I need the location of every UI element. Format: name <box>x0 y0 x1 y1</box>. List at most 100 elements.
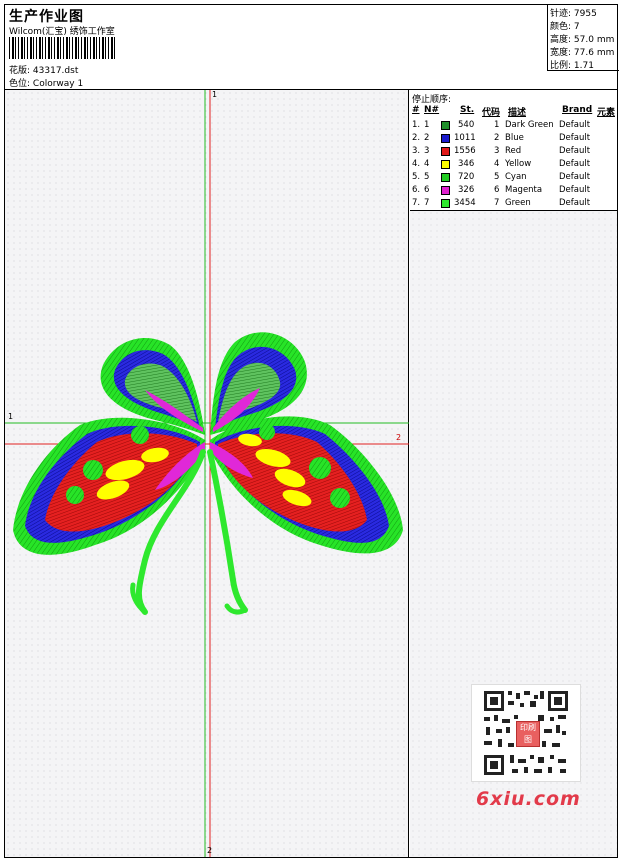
embroidery-canvas <box>5 90 409 857</box>
sheet-title: 生产作业图 <box>9 9 84 25</box>
row-brand: Default <box>559 198 591 208</box>
row-idx: 6. <box>412 185 421 195</box>
butterfly-design <box>13 332 403 615</box>
design-label: 花版: <box>9 66 31 76</box>
row-no: 4 <box>424 159 430 169</box>
stat-stitches: 针迹: 7955 <box>550 6 597 19</box>
qr-code: 印刷图 <box>471 684 581 782</box>
color-swatch <box>441 186 450 195</box>
sheet-subtitle: Wilcom(汇宝) 绣饰工作室 <box>9 27 115 37</box>
colorway-value: Colorway 1 <box>32 79 84 89</box>
row-desc: Yellow <box>505 159 532 169</box>
row-desc: Dark Green <box>505 120 554 130</box>
stop-sequence-title: 停止顺序: <box>412 95 452 105</box>
row-st: 540 <box>458 120 475 130</box>
stat-label: 针迹: <box>550 9 572 19</box>
row-idx: 5. <box>412 172 421 182</box>
stat-label: 宽度: <box>550 48 572 58</box>
stat-height: 高度: 57.0 mm <box>550 32 614 45</box>
stat-value: 77.6 mm <box>573 48 615 58</box>
row-st: 720 <box>458 172 475 182</box>
row-no: 5 <box>424 172 430 182</box>
colorway-line: 色位: Colorway 1 <box>9 76 83 89</box>
color-swatch <box>441 121 450 130</box>
table-row: 2. 2 1011 2 Blue Default <box>410 133 617 146</box>
row-st: 1011 <box>454 133 476 143</box>
row-idx: 1. <box>412 120 421 130</box>
row-desc: Cyan <box>505 172 527 182</box>
row-st: 326 <box>458 185 475 195</box>
row-code: 4 <box>494 159 500 169</box>
row-idx: 4. <box>412 159 421 169</box>
stat-value: 1.71 <box>573 61 594 71</box>
axis-label-bottom: 2 <box>207 846 213 855</box>
row-brand: Default <box>559 172 591 182</box>
row-brand: Default <box>559 185 591 195</box>
table-row: 1. 1 540 1 Dark Green Default <box>410 120 617 133</box>
row-code: 1 <box>494 120 500 130</box>
design-value: 43317.dst <box>32 66 79 76</box>
row-no: 2 <box>424 133 430 143</box>
axis-label-top: 1 <box>212 90 218 99</box>
row-desc: Green <box>505 198 531 208</box>
row-st: 3454 <box>454 198 476 208</box>
color-swatch <box>441 134 450 143</box>
col-code: 代码 <box>482 108 501 118</box>
row-st: 346 <box>458 159 475 169</box>
stat-label: 颜色: <box>550 22 572 32</box>
row-code: 5 <box>494 172 500 182</box>
row-brand: Default <box>559 120 591 130</box>
stat-label: 比例: <box>550 61 572 71</box>
row-st: 1556 <box>454 146 476 156</box>
row-no: 7 <box>424 198 430 208</box>
site-watermark: 6xiu.com <box>476 788 581 810</box>
row-code: 2 <box>494 133 500 143</box>
col-elem: 元素 <box>597 108 616 118</box>
header-info: 生产作业图 Wilcom(汇宝) 绣饰工作室 花版: 43317.dst 色位:… <box>5 5 547 89</box>
row-code: 6 <box>494 185 500 195</box>
col-st: St. <box>460 105 475 115</box>
color-swatch <box>441 147 450 156</box>
stat-value: 7 <box>573 22 580 32</box>
col-no: N# <box>424 105 440 115</box>
row-desc: Magenta <box>505 185 543 195</box>
table-row: 7. 7 3454 7 Green Default <box>410 198 617 211</box>
color-swatch <box>441 173 450 182</box>
table-row: 3. 3 1556 3 Red Default <box>410 146 617 159</box>
row-code: 3 <box>494 146 500 156</box>
table-row: 6. 6 326 6 Magenta Default <box>410 185 617 198</box>
stat-value: 57.0 mm <box>573 35 615 45</box>
row-no: 3 <box>424 146 430 156</box>
row-no: 6 <box>424 185 430 195</box>
row-brand: Default <box>559 133 591 143</box>
stat-scale: 比例: 1.71 <box>550 58 594 71</box>
stat-label: 高度: <box>550 35 572 45</box>
stat-width: 宽度: 77.6 mm <box>550 45 614 58</box>
row-idx: 3. <box>412 146 421 156</box>
color-swatch <box>441 160 450 169</box>
table-row: 4. 4 346 4 Yellow Default <box>410 159 617 172</box>
row-desc: Blue <box>505 133 524 143</box>
color-swatch <box>441 199 450 208</box>
row-brand: Default <box>559 146 591 156</box>
design-preview: 1 2 1 2 <box>5 90 409 857</box>
row-code: 7 <box>494 198 500 208</box>
stats-box: 针迹: 7955 颜色: 7 高度: 57.0 mm 宽度: 77.6 mm 比… <box>547 5 619 71</box>
barcode <box>9 37 117 59</box>
row-no: 1 <box>424 120 430 130</box>
col-idx: # <box>412 105 420 115</box>
table-row: 5. 5 720 5 Cyan Default <box>410 172 617 185</box>
row-idx: 7. <box>412 198 421 208</box>
row-brand: Default <box>559 159 591 169</box>
row-idx: 2. <box>412 133 421 143</box>
axis-label-right: 2 <box>396 433 402 442</box>
qr-center-stamp: 印刷图 <box>516 721 540 747</box>
col-brand: Brand <box>562 105 593 115</box>
colorway-label: 色位: <box>9 79 31 89</box>
design-file-line: 花版: 43317.dst <box>9 63 78 76</box>
row-desc: Red <box>505 146 522 156</box>
stop-sequence-table: 停止顺序: # N# St. 代码 描述 Brand 元素 1. 1 540 1… <box>410 90 617 211</box>
stat-colors: 颜色: 7 <box>550 19 580 32</box>
stat-value: 7955 <box>573 9 597 19</box>
axis-label-left: 1 <box>8 412 14 421</box>
